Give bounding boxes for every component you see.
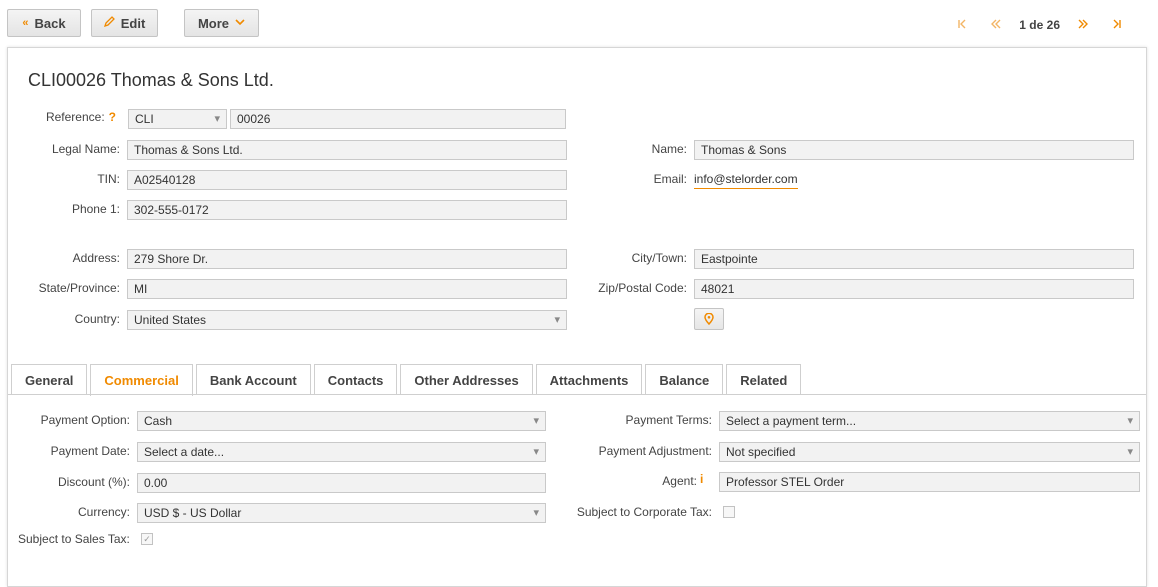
more-button-label: More bbox=[197, 15, 230, 31]
sales-tax-checkbox[interactable]: ✓ bbox=[141, 533, 153, 545]
phone1-field[interactable]: 302-555-0172 bbox=[127, 200, 567, 220]
more-button[interactable]: More bbox=[184, 9, 259, 37]
name-label: Name: bbox=[651, 142, 687, 156]
last-page-icon[interactable] bbox=[1100, 18, 1134, 32]
page-counter: 1 de 26 bbox=[1019, 18, 1060, 32]
edit-button-label: Edit bbox=[120, 15, 146, 31]
payment-option-label: Payment Option: bbox=[40, 413, 130, 427]
email-label: Email: bbox=[653, 172, 687, 186]
address-field[interactable]: 279 Shore Dr. bbox=[127, 249, 567, 269]
reference-number-field[interactable]: 00026 bbox=[230, 109, 566, 129]
payment-terms-select[interactable]: Select a payment term... bbox=[719, 411, 1140, 431]
tin-label: TIN: bbox=[97, 172, 120, 186]
tab-contacts[interactable]: Contacts bbox=[313, 364, 398, 395]
discount-field[interactable]: 0.00 bbox=[137, 473, 546, 493]
zip-field[interactable]: 48021 bbox=[694, 279, 1134, 299]
corporate-tax-label: Subject to Corporate Tax: bbox=[576, 505, 712, 519]
payment-adjustment-select[interactable]: Not specified bbox=[719, 442, 1140, 462]
legal-name-field[interactable]: Thomas & Sons Ltd. bbox=[127, 140, 567, 160]
payment-date-select[interactable]: Select a date... bbox=[137, 442, 546, 462]
agent-label: Agent: bbox=[662, 474, 697, 488]
tab-attachments[interactable]: Attachments bbox=[535, 364, 643, 395]
map-pin-icon bbox=[704, 313, 714, 325]
payment-terms-label: Payment Terms: bbox=[625, 413, 712, 427]
payment-adjustment-label: Payment Adjustment: bbox=[598, 444, 712, 458]
name-field[interactable]: Thomas & Sons bbox=[694, 140, 1134, 160]
chevron-down-icon bbox=[235, 17, 245, 29]
record-tabs: General Commercial Bank Account Contacts… bbox=[11, 364, 802, 396]
tab-divider bbox=[8, 394, 1146, 395]
record-pager: 1 de 26 bbox=[945, 18, 1134, 32]
info-icon[interactable]: i bbox=[700, 469, 703, 489]
city-label: City/Town: bbox=[631, 251, 687, 265]
zip-label: Zip/Postal Code: bbox=[598, 281, 687, 295]
tin-field[interactable]: A02540128 bbox=[127, 170, 567, 190]
currency-select[interactable]: USD $ - US Dollar bbox=[137, 503, 546, 523]
payment-option-select[interactable]: Cash bbox=[137, 411, 546, 431]
tab-commercial[interactable]: Commercial bbox=[90, 364, 193, 396]
pencil-icon bbox=[103, 16, 115, 30]
first-page-icon[interactable] bbox=[945, 18, 979, 32]
back-button[interactable]: « Back bbox=[7, 9, 81, 37]
currency-label: Currency: bbox=[77, 505, 130, 519]
state-label: State/Province: bbox=[38, 281, 120, 295]
prev-page-icon[interactable] bbox=[979, 18, 1013, 32]
reference-prefix-select[interactable]: CLI bbox=[128, 109, 227, 129]
page-title: CLI00026 Thomas & Sons Ltd. bbox=[28, 70, 274, 90]
edit-button[interactable]: Edit bbox=[91, 9, 158, 37]
country-select[interactable]: United States bbox=[127, 310, 567, 330]
map-button[interactable] bbox=[694, 308, 724, 330]
discount-label: Discount (%): bbox=[57, 475, 130, 489]
tab-other-addresses[interactable]: Other Addresses bbox=[400, 364, 533, 395]
email-link[interactable]: info@stelorder.com bbox=[694, 170, 798, 189]
tab-bank-account[interactable]: Bank Account bbox=[195, 364, 311, 395]
legal-name-label: Legal Name: bbox=[51, 142, 120, 156]
tab-related[interactable]: Related bbox=[726, 364, 802, 395]
country-label: Country: bbox=[74, 312, 120, 326]
sales-tax-label: Subject to Sales Tax: bbox=[18, 532, 130, 546]
state-field[interactable]: MI bbox=[127, 279, 567, 299]
corporate-tax-checkbox[interactable] bbox=[723, 506, 735, 518]
city-field[interactable]: Eastpointe bbox=[694, 249, 1134, 269]
back-button-label: Back bbox=[34, 15, 66, 31]
address-label: Address: bbox=[72, 251, 120, 265]
agent-field[interactable]: Professor STEL Order bbox=[719, 472, 1140, 492]
tab-general[interactable]: General bbox=[11, 364, 88, 395]
tab-balance[interactable]: Balance bbox=[645, 364, 724, 395]
client-record-card: CLI00026 Thomas & Sons Ltd. Reference:? … bbox=[7, 47, 1147, 587]
help-icon[interactable]: ? bbox=[109, 110, 116, 124]
phone1-label: Phone 1: bbox=[71, 202, 120, 216]
payment-date-label: Payment Date: bbox=[50, 444, 130, 458]
reference-label: Reference:? bbox=[45, 110, 116, 124]
next-page-icon[interactable] bbox=[1066, 18, 1100, 32]
double-chevron-left-icon: « bbox=[22, 17, 29, 29]
